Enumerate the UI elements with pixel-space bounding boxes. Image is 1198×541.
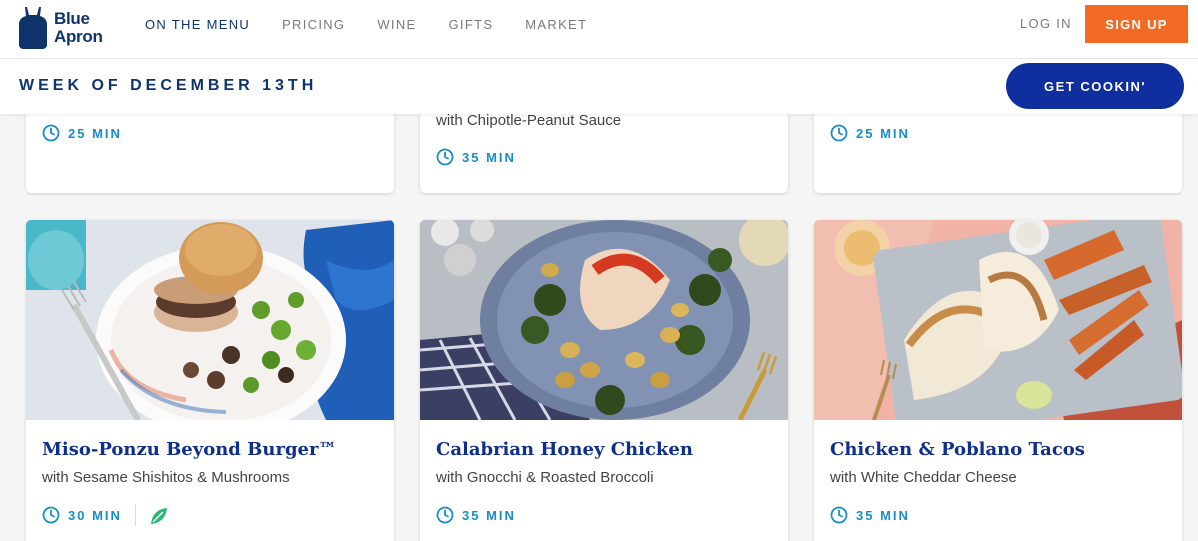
cook-time: 25 MIN: [42, 124, 122, 142]
recipe-photo-burger: [26, 220, 394, 420]
recipe-card[interactable]: Miso-Ponzu Beyond Burger™ with Sesame Sh…: [26, 220, 394, 541]
cook-time-label: 35 MIN: [856, 507, 910, 523]
nav-link-wine[interactable]: WINE: [377, 17, 416, 32]
recipe-subtitle: with Chipotle-Peanut Sauce: [436, 112, 622, 129]
nav-links: ON THE MENU PRICING WINE GIFTS MARKET: [145, 0, 619, 48]
clock-icon: [42, 506, 60, 524]
clock-icon: [42, 124, 60, 142]
logo-text-line1: Blue: [54, 9, 90, 28]
cook-time-label: 25 MIN: [68, 125, 122, 141]
nav-link-market[interactable]: MARKET: [525, 17, 587, 32]
recipe-title[interactable]: Miso-Ponzu Beyond Burger™: [42, 439, 336, 460]
recipe-card[interactable]: Chicken & Poblano Tacos with White Chedd…: [814, 220, 1182, 541]
nav-link-pricing[interactable]: PRICING: [282, 17, 345, 32]
apron-logo-icon: [19, 7, 47, 49]
clock-icon: [436, 148, 454, 166]
cook-time: 35 MIN: [830, 506, 910, 524]
recipe-subtitle: with Sesame Shishitos & Mushrooms: [42, 469, 290, 486]
recipe-subtitle: with Gnocchi & Roasted Broccoli: [436, 469, 654, 486]
signup-button[interactable]: SIGN UP: [1085, 5, 1188, 43]
login-link[interactable]: LOG IN: [1020, 16, 1072, 31]
clock-icon: [830, 506, 848, 524]
recipe-title[interactable]: Calabrian Honey Chicken: [436, 439, 693, 460]
cook-time: 35 MIN: [436, 506, 516, 524]
logo-text-line2: Apron: [54, 27, 103, 46]
cook-time: 30 MIN: [42, 506, 122, 524]
recipe-card[interactable]: Calabrian Honey Chicken with Gnocchi & R…: [420, 220, 788, 541]
cook-time: 25 MIN: [830, 124, 910, 142]
clock-icon: [436, 506, 454, 524]
cook-time: 35 MIN: [436, 148, 516, 166]
recipe-title[interactable]: Chicken & Poblano Tacos: [830, 439, 1085, 460]
leaf-icon: [151, 508, 167, 524]
cook-time-label: 25 MIN: [856, 125, 910, 141]
cook-time-label: 30 MIN: [68, 507, 122, 523]
recipe-subtitle: with White Cheddar Cheese: [830, 469, 1017, 486]
cook-time-label: 35 MIN: [462, 507, 516, 523]
logo-text: Blue Apron: [54, 10, 103, 46]
week-bar: WEEK OF DECEMBER 13TH GET COOKIN': [0, 59, 1198, 114]
cook-time-label: 35 MIN: [462, 149, 516, 165]
recipe-photo-chicken-gnocchi: [420, 220, 788, 420]
nav-link-gifts[interactable]: GIFTS: [449, 17, 494, 32]
recipe-photo-chicken-tacos: [814, 220, 1182, 420]
top-navigation: Blue Apron ON THE MENU PRICING WINE GIFT…: [0, 0, 1198, 59]
get-cookin-button[interactable]: GET COOKIN': [1006, 63, 1184, 109]
clock-icon: [830, 124, 848, 142]
week-title: WEEK OF DECEMBER 13TH: [19, 77, 318, 94]
blue-apron-logo[interactable]: Blue Apron: [18, 3, 118, 53]
divider: [135, 504, 136, 526]
nav-link-on-the-menu[interactable]: ON THE MENU: [145, 17, 250, 32]
